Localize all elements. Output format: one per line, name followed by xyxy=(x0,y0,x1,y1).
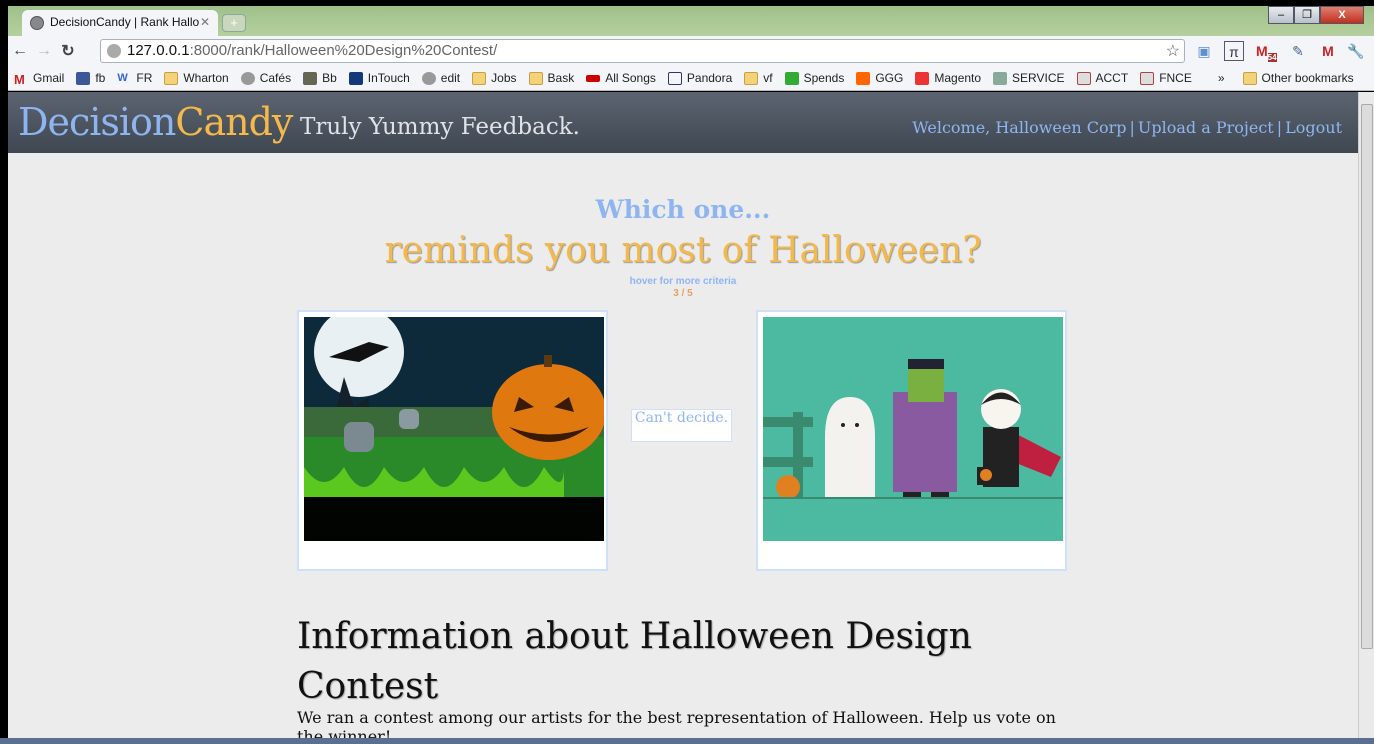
forward-button[interactable]: → xyxy=(32,42,56,60)
welcome-link[interactable]: Welcome, Halloween Corp xyxy=(912,118,1126,137)
browser-toolbar: ← → ↻ 127.0.0.1:8000/rank/Halloween%20De… xyxy=(8,36,1374,66)
extension-icon[interactable]: ▣ xyxy=(1194,41,1214,61)
info-title: Information about Halloween Design Conte… xyxy=(297,616,972,707)
bookmarks-overflow-button[interactable]: » xyxy=(1218,71,1225,85)
other-bookmarks[interactable]: Other bookmarks xyxy=(1242,71,1354,85)
tab-title: DecisionCandy | Rank Hallo xyxy=(50,15,200,29)
bookmark-star-icon[interactable]: ☆ xyxy=(1166,41,1180,61)
bookmark-pandora[interactable]: Pandora xyxy=(667,71,733,85)
bookmark-jobs[interactable]: Jobs xyxy=(472,71,517,85)
bookmark-label: Other bookmarks xyxy=(1261,71,1354,85)
bookmark-label: edit xyxy=(440,71,461,85)
eyedropper-icon[interactable]: ✎ xyxy=(1288,41,1308,61)
reload-button[interactable]: ↻ xyxy=(56,41,80,61)
question-criterion[interactable]: reminds you most of Halloween? xyxy=(8,230,1358,271)
window-titlebar: DecisionCandy | Rank Hallo ✕ + – ❐ X xyxy=(8,6,1374,36)
bookmark-label: Gmail xyxy=(33,71,65,85)
gmail-badge: 54 xyxy=(1267,52,1277,62)
progress-counter: 3 / 5 xyxy=(673,288,693,299)
bookmark-wharton[interactable]: Wharton xyxy=(164,71,229,85)
bookmark-intouch[interactable]: InTouch xyxy=(348,71,410,85)
logo[interactable]: DecisionCandy xyxy=(18,100,293,144)
bookmark-label: FR xyxy=(136,71,153,85)
globe-icon xyxy=(30,16,44,30)
logo-decision: Decision xyxy=(18,100,176,144)
url-host: 127.0.0.1 xyxy=(127,42,190,59)
bookmark-label: Magento xyxy=(934,71,982,85)
browser-tab[interactable]: DecisionCandy | Rank Hallo ✕ xyxy=(22,10,218,36)
separator: | xyxy=(1129,118,1135,137)
bookmark-spends[interactable]: Spends xyxy=(784,71,845,85)
halloween-night-image xyxy=(304,317,604,541)
bookmark-vf[interactable]: vf xyxy=(744,71,773,85)
restore-button[interactable]: ❐ xyxy=(1294,6,1320,24)
bookmark-label: Pandora xyxy=(686,71,733,85)
option-card-right[interactable] xyxy=(756,310,1067,571)
bookmark-label: Spends xyxy=(803,71,845,85)
bookmark-cafes[interactable]: Cafés xyxy=(240,71,292,85)
bookmarks-bar: M Gmail fb W FR Wharton Cafés Bb InTouch e… xyxy=(8,66,1374,91)
minimize-button[interactable]: – xyxy=(1268,6,1294,24)
user-nav: Welcome, Halloween Corp | Upload a Project… xyxy=(912,118,1342,137)
info-description: We ran a contest among our artists for t… xyxy=(297,708,1056,742)
bookmark-ggg[interactable]: GGG xyxy=(856,71,903,85)
bookmark-fb[interactable]: fb xyxy=(76,71,105,85)
bookmark-label: InTouch xyxy=(367,71,410,85)
folder-icon xyxy=(528,71,543,85)
tagline: Truly Yummy Feedback. xyxy=(300,114,580,140)
bookmark-label: All Songs xyxy=(605,71,656,85)
option-card-left[interactable] xyxy=(297,310,608,571)
wrench-icon[interactable]: 🔧 xyxy=(1346,41,1366,61)
bookmark-label: Bask xyxy=(547,71,575,85)
bookmark-label: FNCE xyxy=(1159,71,1192,85)
scrollbar-thumb[interactable] xyxy=(1361,104,1373,649)
vertical-scrollbar[interactable] xyxy=(1358,92,1374,742)
bookmark-label: Cafés xyxy=(259,71,292,85)
bookmark-service[interactable]: SERVICE xyxy=(993,71,1065,85)
logout-link[interactable]: Logout xyxy=(1285,118,1342,137)
bookmark-edit[interactable]: edit xyxy=(421,71,461,85)
bookmark-gmail[interactable]: M Gmail xyxy=(14,71,65,87)
close-window-button[interactable]: X xyxy=(1320,6,1364,24)
bookmark-label: fb xyxy=(95,71,106,85)
globe-icon xyxy=(107,44,121,58)
page-content: DecisionCandy Truly Yummy Feedback. Welc… xyxy=(8,92,1358,742)
bookmark-magento[interactable]: Magento xyxy=(915,71,981,85)
back-button[interactable]: ← xyxy=(8,42,32,60)
site-header: DecisionCandy Truly Yummy Feedback. Welc… xyxy=(8,92,1358,153)
bookmark-fnce[interactable]: FNCE xyxy=(1140,71,1192,85)
bookmark-label: vf xyxy=(763,71,773,85)
costumed-kids-image xyxy=(763,317,1063,541)
criteria-hint: hover for more criteria xyxy=(629,276,737,287)
bookmark-label: Jobs xyxy=(491,71,517,85)
windows-taskbar xyxy=(0,738,1374,744)
bookmark-bb[interactable]: Bb xyxy=(303,71,337,85)
gmail-checker-icon[interactable]: M54 xyxy=(1256,41,1277,62)
bookmark-label: Wharton xyxy=(183,71,229,85)
separator: | xyxy=(1276,118,1283,137)
bookmark-label: Bb xyxy=(322,71,337,85)
bookmark-acct[interactable]: ACCT xyxy=(1076,71,1129,85)
upload-project-link[interactable]: Upload a Project xyxy=(1138,118,1274,137)
bookmark-label: GGG xyxy=(875,71,904,85)
bookmark-label: SERVICE xyxy=(1012,71,1065,85)
bookmark-fr[interactable]: W FR xyxy=(117,71,152,85)
close-tab-icon[interactable]: ✕ xyxy=(200,15,210,29)
folder-icon xyxy=(164,71,179,85)
url-path: :8000/rank/Halloween%20Design%20Contest/ xyxy=(189,42,498,59)
logo-candy: Candy xyxy=(175,100,293,144)
folder-icon xyxy=(1242,71,1257,85)
new-tab-button[interactable]: + xyxy=(222,14,246,32)
question-prefix: Which one... xyxy=(595,195,771,224)
address-bar[interactable]: 127.0.0.1:8000/rank/Halloween%20Design%2… xyxy=(100,39,1185,63)
folder-icon xyxy=(744,71,759,85)
cant-decide-button[interactable]: Can't decide. xyxy=(631,409,732,442)
pi-extension-icon[interactable]: π xyxy=(1224,41,1244,61)
bookmark-bask[interactable]: Bask xyxy=(528,71,575,85)
folder-icon xyxy=(472,71,487,85)
bookmark-all-songs[interactable]: All Songs xyxy=(586,71,656,85)
gmail-icon[interactable]: M xyxy=(1318,41,1338,61)
bookmark-label: ACCT xyxy=(1095,71,1129,85)
